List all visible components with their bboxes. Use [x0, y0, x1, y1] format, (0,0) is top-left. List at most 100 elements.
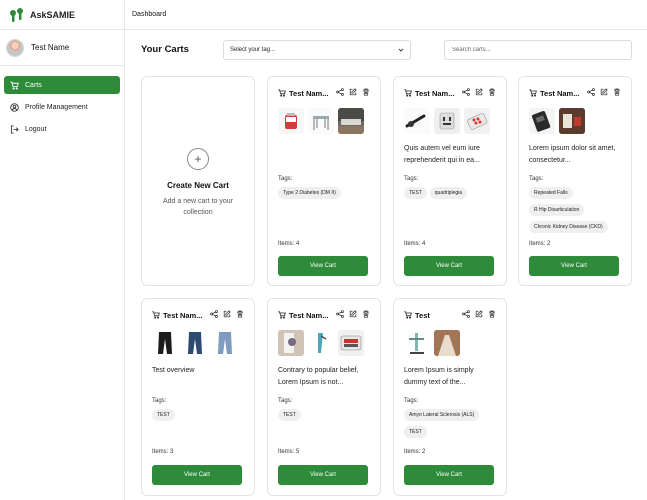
cart-card: Test Nam... Contrary to popular belief, … — [267, 298, 381, 496]
tag-list: TEST — [152, 409, 248, 426]
tag-list: Repeated Falls R Hip Disarticulation Chr… — [529, 187, 625, 238]
edit-icon[interactable] — [349, 88, 357, 96]
tag-chip: Repeated Falls — [529, 187, 573, 199]
trash-icon[interactable] — [488, 310, 496, 318]
tags-label: Tags: — [278, 176, 293, 182]
share-icon[interactable] — [336, 310, 344, 318]
cart-name: Test Nam... — [289, 310, 329, 320]
product-thumbnail[interactable] — [152, 330, 178, 356]
view-cart-button[interactable]: View Cart — [404, 256, 494, 276]
product-thumbnail[interactable] — [404, 330, 430, 356]
cart-icon — [404, 311, 412, 319]
sidebar-item-profile-management[interactable]: Profile Management — [4, 98, 120, 116]
sidebar-item-label: Logout — [25, 125, 47, 133]
trash-icon[interactable] — [362, 88, 370, 96]
brand[interactable]: AskSAMIE — [0, 0, 124, 30]
user-name: Test Name — [31, 43, 70, 52]
product-thumbnail[interactable] — [529, 108, 555, 134]
avatar — [6, 38, 24, 57]
cart-name: Test Nam... — [415, 88, 455, 98]
tag-list: TEST — [278, 409, 374, 426]
item-count: Items: 5 — [278, 449, 300, 455]
product-thumbnails — [404, 330, 464, 356]
product-thumbnail[interactable] — [212, 330, 238, 356]
product-thumbnail[interactable] — [338, 330, 364, 356]
logout-icon — [10, 124, 19, 134]
sidebar-item-label: Profile Management — [25, 103, 88, 111]
sidebar-item-logout[interactable]: Logout — [4, 120, 120, 138]
edit-icon[interactable] — [475, 88, 483, 96]
breadcrumb[interactable]: Dashboard — [132, 11, 166, 18]
share-icon[interactable] — [587, 88, 595, 96]
view-cart-button[interactable]: View Cart — [152, 465, 242, 485]
page-title: Your Carts — [141, 44, 189, 55]
product-thumbnails — [278, 108, 368, 134]
view-cart-button[interactable]: View Cart — [278, 256, 368, 276]
tag-select[interactable]: Select your tag... — [223, 40, 411, 60]
item-count: Items: 2 — [404, 449, 426, 455]
search-input[interactable] — [444, 40, 632, 60]
cart-card: Test Lorem Ipsum is simply dummy text of… — [393, 298, 507, 496]
item-count: Items: 3 — [152, 449, 174, 455]
create-cart-card[interactable]: + Create New Cart Add a new cart to your… — [141, 76, 255, 286]
view-cart-button[interactable]: View Cart — [404, 465, 494, 485]
user-circle-icon — [10, 102, 19, 112]
product-thumbnails — [152, 330, 242, 356]
trash-icon[interactable] — [362, 310, 370, 318]
sidebar-item-carts[interactable]: Carts — [4, 76, 120, 94]
product-thumbnail[interactable] — [308, 330, 334, 356]
cart-name: Test Nam... — [540, 88, 580, 98]
share-icon[interactable] — [462, 310, 470, 318]
trash-icon[interactable] — [236, 310, 244, 318]
product-thumbnail[interactable] — [338, 108, 364, 134]
cart-description: Test overview — [152, 367, 195, 374]
share-icon[interactable] — [210, 310, 218, 318]
cart-card: Test Nam... Lorem ipsum dolor sit amet, … — [518, 76, 632, 286]
trash-icon[interactable] — [488, 88, 496, 96]
product-thumbnail[interactable] — [404, 108, 430, 134]
product-thumbnail[interactable] — [308, 108, 334, 134]
tags-label: Tags: — [404, 176, 419, 182]
chevron-down-icon — [398, 48, 404, 52]
share-icon[interactable] — [462, 88, 470, 96]
edit-icon[interactable] — [600, 88, 608, 96]
view-cart-button[interactable]: View Cart — [529, 256, 619, 276]
product-thumbnail[interactable] — [278, 330, 304, 356]
sidebar: AskSAMIE Test Name Carts Profile Managem… — [0, 0, 125, 500]
top-bar: Dashboard — [125, 0, 647, 30]
tags-label: Tags: — [278, 398, 293, 404]
edit-icon[interactable] — [475, 310, 483, 318]
cart-description: Contrary to popular belief, Lorem Ipsum … — [278, 367, 359, 386]
tag-chip: TEST — [152, 409, 175, 421]
item-count: Items: 2 — [529, 241, 551, 247]
edit-icon[interactable] — [349, 310, 357, 318]
cart-card-header: Test Nam... — [404, 87, 496, 99]
tag-select-value: Select your tag... — [230, 47, 276, 53]
cart-description: Quis autem vel eum iure reprehenderit qu… — [404, 145, 480, 164]
trash-icon[interactable] — [613, 88, 621, 96]
product-thumbnail[interactable] — [464, 108, 490, 134]
product-thumbnails — [404, 108, 494, 134]
create-cart-description: Add a new cart to your collection — [162, 198, 234, 216]
product-thumbnail[interactable] — [278, 108, 304, 134]
sidebar-item-label: Carts — [25, 81, 42, 89]
share-icon[interactable] — [336, 88, 344, 96]
edit-icon[interactable] — [223, 310, 231, 318]
toolbar: Your Carts Select your tag... — [141, 40, 632, 60]
product-thumbnail[interactable] — [182, 330, 208, 356]
product-thumbnail[interactable] — [434, 108, 460, 134]
cart-icon — [529, 89, 537, 97]
sidebar-nav: Carts Profile Management Logout — [0, 66, 124, 138]
user-profile[interactable]: Test Name — [0, 30, 124, 66]
plus-icon[interactable]: + — [187, 148, 209, 170]
view-cart-button[interactable]: View Cart — [278, 465, 368, 485]
cart-icon — [278, 311, 286, 319]
tag-chip: TEST — [404, 187, 427, 199]
product-thumbnail[interactable] — [434, 330, 460, 356]
cart-card-header: Test Nam... — [278, 87, 370, 99]
cart-description: Lorem Ipsum is simply dummy text of the.… — [404, 367, 474, 386]
tag-chip: Chronic Kidney Disease (CKD) — [529, 221, 608, 233]
cart-card-header: Test Nam... — [529, 87, 621, 99]
product-thumbnail[interactable] — [559, 108, 585, 134]
tag-chip: Amyo Lateral Sclerosis (ALS) — [404, 409, 480, 421]
